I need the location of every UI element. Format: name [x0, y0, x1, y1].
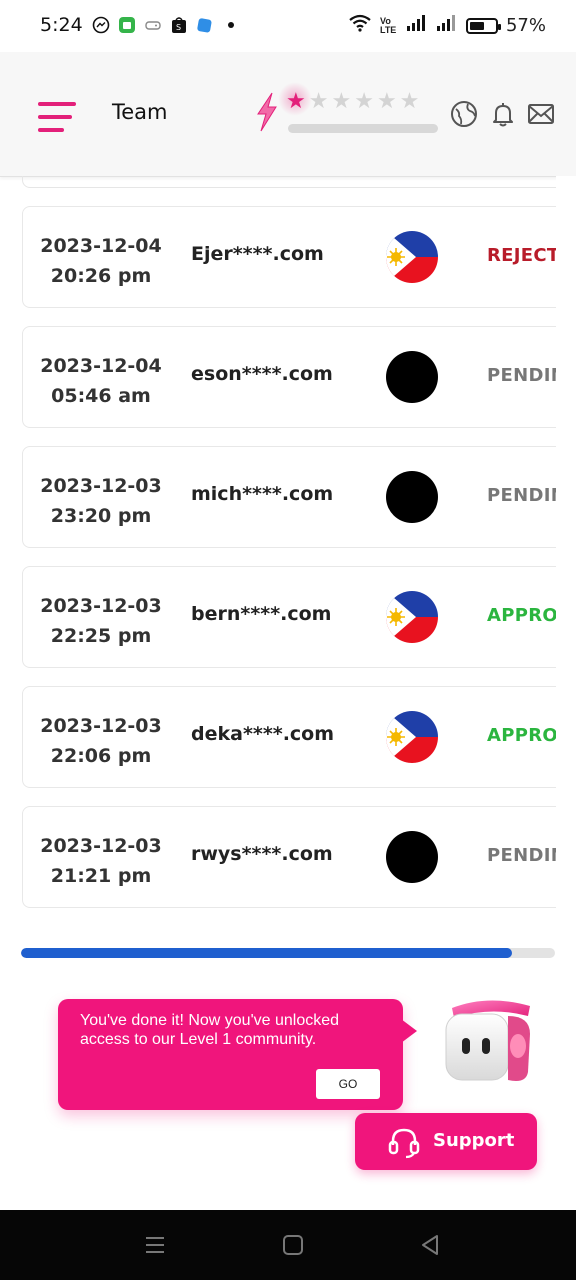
- record-email: deka****.com: [191, 723, 335, 745]
- status-badge: PENDIN: [487, 485, 567, 506]
- level-rating: ★ ★ ★ ★ ★ ★: [286, 90, 419, 112]
- record-email: eson****.com: [191, 363, 333, 385]
- system-navigation-bar: [0, 1210, 576, 1280]
- svg-text:S: S: [176, 23, 181, 32]
- shop-app-icon: [118, 16, 136, 34]
- home-icon[interactable]: [280, 1232, 306, 1258]
- back-icon[interactable]: [417, 1232, 443, 1258]
- record-datetime: 2023-12-03 22:06 pm: [23, 711, 179, 771]
- recent-apps-icon[interactable]: [142, 1232, 168, 1258]
- status-time: 5:24: [40, 14, 83, 36]
- record-card[interactable]: 2023-12-04 20:26 pm Ejer****.com REJECT: [22, 206, 576, 308]
- game-icon: [144, 16, 162, 34]
- app-header: Team ★ ★ ★ ★ ★ ★: [0, 52, 576, 177]
- mail-icon[interactable]: [527, 100, 555, 128]
- horizontal-scrollbar[interactable]: [21, 948, 555, 958]
- record-datetime: 2023-12-03 23:20 pm: [23, 471, 179, 531]
- record-date: 2023-12-04: [40, 355, 162, 377]
- battery-percent: 57%: [505, 15, 546, 36]
- star-empty-icon: ★: [354, 88, 374, 113]
- record-email: Ejer****.com: [191, 243, 324, 265]
- bolt-icon: [257, 92, 277, 132]
- avatar: [386, 351, 438, 403]
- record-datetime: 2023-12-03 22:25 pm: [23, 591, 179, 651]
- menu-button[interactable]: [38, 102, 76, 134]
- achievement-toast: You've done it! Now you've unlocked acce…: [58, 999, 417, 1110]
- shopee-icon: S: [170, 16, 188, 34]
- philippines-flag-icon: [386, 231, 438, 283]
- level-progress-bar: [288, 124, 438, 133]
- dot-icon: [222, 16, 240, 34]
- record-date: 2023-12-03: [40, 475, 162, 497]
- support-label: Support: [433, 1130, 515, 1151]
- list-right-edge: [556, 176, 576, 936]
- record-email: rwys****.com: [191, 843, 333, 865]
- record-card[interactable]: 2023-12-03 23:20 pm mich****.com PENDIN: [22, 446, 576, 548]
- record-time: 21:21 pm: [50, 865, 152, 887]
- star-filled-icon: ★: [286, 88, 306, 113]
- volte-label: Vo LTE: [379, 15, 397, 35]
- record-datetime: 2023-12-03 21:21 pm: [23, 831, 179, 891]
- app-icon: [196, 16, 214, 34]
- signal-icon-2: [436, 14, 458, 37]
- avatar: [386, 831, 438, 883]
- system-indicators: Vo LTE 57%: [348, 14, 546, 37]
- record-card[interactable]: 2023-12-04 05:46 am eson****.com PENDIN: [22, 326, 576, 428]
- go-button[interactable]: GO: [316, 1069, 380, 1099]
- star-empty-icon: ★: [376, 88, 397, 113]
- signal-icon: [406, 14, 428, 37]
- mascot-cube-icon[interactable]: [440, 994, 536, 1090]
- wifi-icon: [348, 14, 372, 37]
- menu-line: [38, 128, 64, 132]
- status-badge: PENDIN: [487, 845, 567, 866]
- menu-line: [38, 102, 76, 106]
- status-badge: REJECT: [487, 245, 560, 266]
- avatar: [386, 471, 438, 523]
- battery-level: [469, 21, 485, 30]
- record-date: 2023-12-03: [40, 595, 162, 617]
- team-records-list[interactable]: 2023-12-04 20:26 pm Ejer****.com REJECT 2023…: [0, 176, 576, 936]
- messenger-icon: [92, 16, 110, 34]
- record-date: 2023-12-03: [40, 835, 162, 857]
- record-datetime: 2023-12-04 20:26 pm: [23, 231, 179, 291]
- bell-icon[interactable]: [489, 100, 517, 128]
- record-time: 20:26 pm: [50, 265, 152, 287]
- page-title: Team: [112, 100, 168, 124]
- philippines-flag-icon: [386, 711, 438, 763]
- support-button[interactable]: Support: [355, 1113, 537, 1170]
- record-email: mich****.com: [191, 483, 334, 505]
- record-time: 22:06 pm: [50, 745, 152, 767]
- battery-icon: [465, 17, 501, 34]
- record-card[interactable]: 2023-12-03 22:06 pm deka****.com APPROV: [22, 686, 576, 788]
- record-card[interactable]: 2023-12-03 21:21 pm rwys****.com PENDIN: [22, 806, 576, 908]
- record-time: 22:25 pm: [50, 625, 152, 647]
- list-item: [22, 176, 576, 188]
- record-email: bern****.com: [191, 603, 332, 625]
- star-empty-icon: ★: [308, 88, 329, 113]
- record-card[interactable]: 2023-12-03 22:25 pm bern****.com APPROV: [22, 566, 576, 668]
- notification-icons: S: [92, 16, 240, 34]
- status-bar: 5:24 S Vo LTE 57%: [0, 0, 576, 52]
- star-empty-icon: ★: [331, 88, 352, 113]
- star-empty-icon: ★: [399, 88, 420, 113]
- toast-message: You've done it! Now you've unlocked acce…: [80, 1012, 340, 1048]
- record-time: 23:20 pm: [50, 505, 152, 527]
- record-time: 05:46 am: [51, 385, 151, 407]
- record-date: 2023-12-03: [40, 715, 162, 737]
- scrollbar-thumb[interactable]: [21, 948, 513, 958]
- record-datetime: 2023-12-04 05:46 am: [23, 351, 179, 411]
- menu-line: [38, 115, 72, 119]
- headset-icon: [388, 1128, 420, 1159]
- philippines-flag-icon: [386, 591, 438, 643]
- record-date: 2023-12-04: [40, 235, 162, 257]
- language-globe-icon[interactable]: [450, 100, 478, 128]
- status-badge: PENDIN: [487, 365, 567, 386]
